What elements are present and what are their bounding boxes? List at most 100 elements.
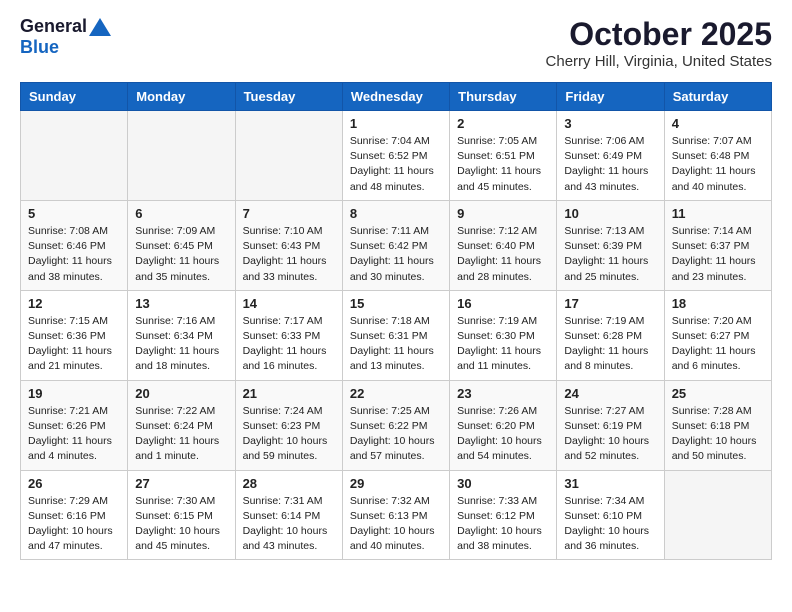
calendar-cell: 12Sunrise: 7:15 AMSunset: 6:36 PMDayligh… xyxy=(21,290,128,380)
day-info: Sunrise: 7:12 AMSunset: 6:40 PMDaylight:… xyxy=(457,224,549,285)
day-number: 3 xyxy=(564,116,656,131)
day-info: Sunrise: 7:25 AMSunset: 6:22 PMDaylight:… xyxy=(350,404,442,465)
day-info: Sunrise: 7:32 AMSunset: 6:13 PMDaylight:… xyxy=(350,494,442,555)
calendar-cell: 31Sunrise: 7:34 AMSunset: 6:10 PMDayligh… xyxy=(557,470,664,560)
day-number: 29 xyxy=(350,476,442,491)
calendar-cell: 13 Sunrise: 7:16 AMSunset: 6:34 PMDayligh… xyxy=(128,290,235,380)
calendar-cell: 10 Sunrise: 7:13 AMSunset: 6:39 PMDayligh… xyxy=(557,200,664,290)
day-header-tuesday: Tuesday xyxy=(235,83,342,111)
day-number: 22 xyxy=(350,386,442,401)
page-container: General Blue October 2025 Cherry Hill, V… xyxy=(0,0,792,570)
day-info: Sunrise: 7:26 AMSunset: 6:20 PMDaylight:… xyxy=(457,404,549,465)
calendar-week-row: 26 Sunrise: 7:29 AMSunset: 6:16 PMDayligh… xyxy=(21,470,772,560)
location: Cherry Hill, Virginia, United States xyxy=(546,53,772,70)
calendar-cell: 19 Sunrise: 7:21 AMSunset: 6:26 PMDayligh… xyxy=(21,380,128,470)
day-number: 10 xyxy=(564,206,656,221)
day-header-saturday: Saturday xyxy=(664,83,771,111)
day-info: Sunrise: 7:33 AMSunset: 6:12 PMDaylight:… xyxy=(457,494,549,555)
calendar-cell: 25 Sunrise: 7:28 AMSunset: 6:18 PMDayligh… xyxy=(664,380,771,470)
calendar-cell: 4 Sunrise: 7:07 AMSunset: 6:48 PMDaylight… xyxy=(664,111,771,201)
calendar-cell xyxy=(235,111,342,201)
day-info: Sunrise: 7:15 AMSunset: 6:36 PMDaylight:… xyxy=(28,314,120,375)
day-info: Sunrise: 7:31 AMSunset: 6:14 PMDaylight:… xyxy=(243,494,335,555)
header: General Blue October 2025 Cherry Hill, V… xyxy=(20,16,772,70)
title-block: October 2025 Cherry Hill, Virginia, Unit… xyxy=(546,16,772,70)
day-info: Sunrise: 7:18 AMSunset: 6:31 PMDaylight:… xyxy=(350,314,442,375)
day-number: 4 xyxy=(672,116,764,131)
calendar-cell: 29 Sunrise: 7:32 AMSunset: 6:13 PMDayligh… xyxy=(342,470,449,560)
calendar-cell: 26 Sunrise: 7:29 AMSunset: 6:16 PMDayligh… xyxy=(21,470,128,560)
day-number: 26 xyxy=(28,476,120,491)
calendar-cell xyxy=(128,111,235,201)
day-number: 30 xyxy=(457,476,549,491)
calendar-cell xyxy=(21,111,128,201)
calendar-cell: 11 Sunrise: 7:14 AMSunset: 6:37 PMDayligh… xyxy=(664,200,771,290)
calendar-cell: 23Sunrise: 7:26 AMSunset: 6:20 PMDayligh… xyxy=(450,380,557,470)
day-info: Sunrise: 7:08 AMSunset: 6:46 PMDaylight:… xyxy=(28,224,120,285)
calendar-cell: 18 Sunrise: 7:20 AMSunset: 6:27 PMDayligh… xyxy=(664,290,771,380)
day-info: Sunrise: 7:29 AMSunset: 6:16 PMDaylight:… xyxy=(28,494,120,555)
day-info: Sunrise: 7:06 AMSunset: 6:49 PMDaylight:… xyxy=(564,134,656,195)
calendar-cell: 9 Sunrise: 7:12 AMSunset: 6:40 PMDaylight… xyxy=(450,200,557,290)
calendar-cell: 1Sunrise: 7:04 AMSunset: 6:52 PMDaylight… xyxy=(342,111,449,201)
calendar-cell: 22 Sunrise: 7:25 AMSunset: 6:22 PMDayligh… xyxy=(342,380,449,470)
calendar-cell xyxy=(664,470,771,560)
day-number: 27 xyxy=(135,476,227,491)
day-info: Sunrise: 7:14 AMSunset: 6:37 PMDaylight:… xyxy=(672,224,764,285)
day-number: 11 xyxy=(672,206,764,221)
calendar-cell: 20 Sunrise: 7:22 AMSunset: 6:24 PMDayligh… xyxy=(128,380,235,470)
calendar-cell: 30 Sunrise: 7:33 AMSunset: 6:12 PMDayligh… xyxy=(450,470,557,560)
calendar-week-row: 19 Sunrise: 7:21 AMSunset: 6:26 PMDayligh… xyxy=(21,380,772,470)
day-number: 6 xyxy=(135,206,227,221)
calendar-cell: 5 Sunrise: 7:08 AMSunset: 6:46 PMDaylight… xyxy=(21,200,128,290)
day-info: Sunrise: 7:19 AMSunset: 6:30 PMDaylight:… xyxy=(457,314,549,375)
calendar-week-row: 1Sunrise: 7:04 AMSunset: 6:52 PMDaylight… xyxy=(21,111,772,201)
day-number: 18 xyxy=(672,296,764,311)
day-number: 21 xyxy=(243,386,335,401)
day-header-wednesday: Wednesday xyxy=(342,83,449,111)
calendar-header-row: SundayMondayTuesdayWednesdayThursdayFrid… xyxy=(21,83,772,111)
day-number: 5 xyxy=(28,206,120,221)
calendar-table: SundayMondayTuesdayWednesdayThursdayFrid… xyxy=(20,82,772,560)
day-info: Sunrise: 7:13 AMSunset: 6:39 PMDaylight:… xyxy=(564,224,656,285)
day-info: Sunrise: 7:07 AMSunset: 6:48 PMDaylight:… xyxy=(672,134,764,195)
day-info: Sunrise: 7:20 AMSunset: 6:27 PMDaylight:… xyxy=(672,314,764,375)
day-info: Sunrise: 7:34 AMSunset: 6:10 PMDaylight:… xyxy=(564,494,656,555)
day-number: 17 xyxy=(564,296,656,311)
day-info: Sunrise: 7:28 AMSunset: 6:18 PMDaylight:… xyxy=(672,404,764,465)
calendar-cell: 24Sunrise: 7:27 AMSunset: 6:19 PMDayligh… xyxy=(557,380,664,470)
day-number: 9 xyxy=(457,206,549,221)
calendar-cell: 8 Sunrise: 7:11 AMSunset: 6:42 PMDaylight… xyxy=(342,200,449,290)
day-header-thursday: Thursday xyxy=(450,83,557,111)
day-info: Sunrise: 7:17 AMSunset: 6:33 PMDaylight:… xyxy=(243,314,335,375)
calendar-cell: 17Sunrise: 7:19 AMSunset: 6:28 PMDayligh… xyxy=(557,290,664,380)
day-info: Sunrise: 7:16 AMSunset: 6:34 PMDaylight:… xyxy=(135,314,227,375)
day-number: 7 xyxy=(243,206,335,221)
day-info: Sunrise: 7:22 AMSunset: 6:24 PMDaylight:… xyxy=(135,404,227,465)
month-title: October 2025 xyxy=(546,16,772,53)
day-number: 16 xyxy=(457,296,549,311)
calendar-cell: 7Sunrise: 7:10 AMSunset: 6:43 PMDaylight… xyxy=(235,200,342,290)
day-info: Sunrise: 7:04 AMSunset: 6:52 PMDaylight:… xyxy=(350,134,442,195)
day-number: 14 xyxy=(243,296,335,311)
calendar-week-row: 12Sunrise: 7:15 AMSunset: 6:36 PMDayligh… xyxy=(21,290,772,380)
calendar-cell: 14 Sunrise: 7:17 AMSunset: 6:33 PMDayligh… xyxy=(235,290,342,380)
day-info: Sunrise: 7:05 AMSunset: 6:51 PMDaylight:… xyxy=(457,134,549,195)
day-number: 19 xyxy=(28,386,120,401)
calendar-cell: 3 Sunrise: 7:06 AMSunset: 6:49 PMDaylight… xyxy=(557,111,664,201)
day-header-monday: Monday xyxy=(128,83,235,111)
day-info: Sunrise: 7:21 AMSunset: 6:26 PMDaylight:… xyxy=(28,404,120,465)
calendar-cell: 2 Sunrise: 7:05 AMSunset: 6:51 PMDaylight… xyxy=(450,111,557,201)
day-number: 8 xyxy=(350,206,442,221)
day-info: Sunrise: 7:27 AMSunset: 6:19 PMDaylight:… xyxy=(564,404,656,465)
calendar-cell: 15Sunrise: 7:18 AMSunset: 6:31 PMDayligh… xyxy=(342,290,449,380)
day-number: 13 xyxy=(135,296,227,311)
day-number: 25 xyxy=(672,386,764,401)
calendar-week-row: 5 Sunrise: 7:08 AMSunset: 6:46 PMDaylight… xyxy=(21,200,772,290)
day-info: Sunrise: 7:09 AMSunset: 6:45 PMDaylight:… xyxy=(135,224,227,285)
day-info: Sunrise: 7:11 AMSunset: 6:42 PMDaylight:… xyxy=(350,224,442,285)
logo: General Blue xyxy=(20,16,111,58)
calendar-cell: 28Sunrise: 7:31 AMSunset: 6:14 PMDayligh… xyxy=(235,470,342,560)
day-number: 2 xyxy=(457,116,549,131)
day-number: 20 xyxy=(135,386,227,401)
